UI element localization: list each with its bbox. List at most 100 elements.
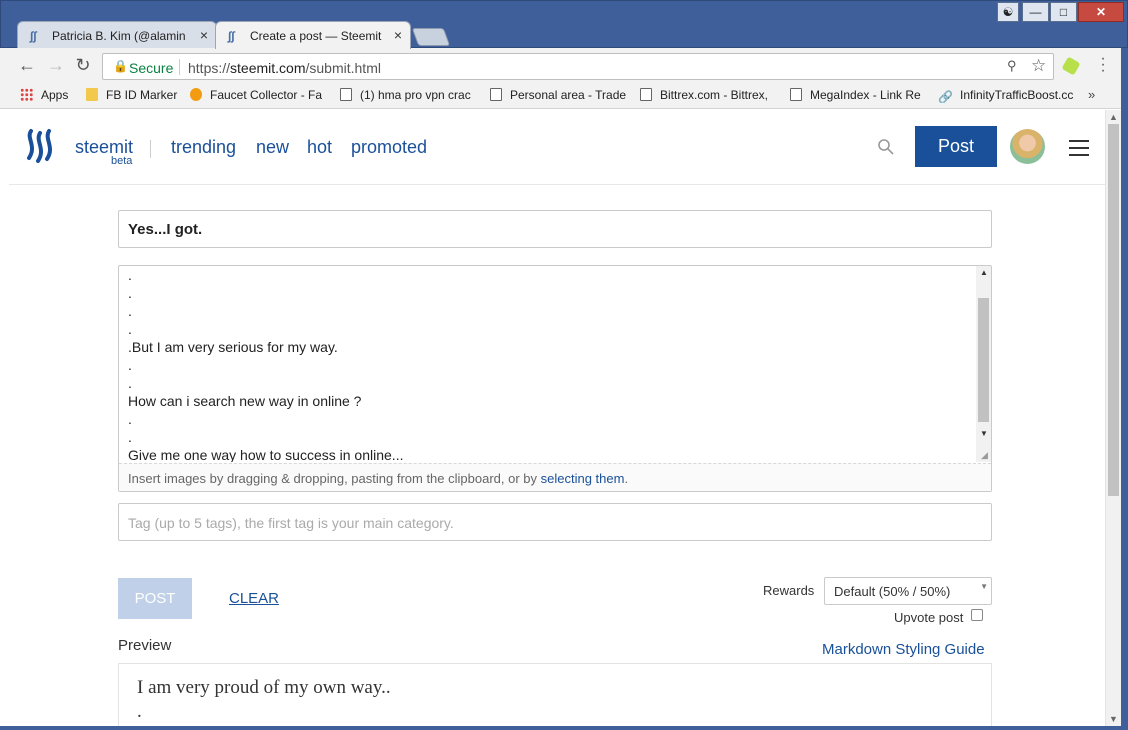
dropzone-text: Insert images by dragging & dropping, pa… bbox=[128, 471, 541, 486]
browser-menu-icon[interactable]: · · · bbox=[1096, 51, 1110, 79]
dropzone-suffix: . bbox=[624, 471, 629, 486]
page-scrollbar[interactable]: ▲ ▼ bbox=[1105, 110, 1121, 726]
reload-icon[interactable]: ↻ bbox=[72, 55, 94, 76]
back-arrow-icon[interactable]: ← bbox=[16, 55, 38, 76]
preview-line: I am very proud of my own way.. bbox=[137, 677, 391, 698]
rewards-label: Rewards bbox=[763, 583, 815, 598]
url-scheme: https:// bbox=[188, 60, 231, 76]
nav-new[interactable]: new bbox=[256, 137, 289, 158]
hamburger-menu-icon[interactable] bbox=[1069, 140, 1089, 156]
page-icon bbox=[490, 88, 502, 101]
bookmark-hma-vpn[interactable]: (1) hma pro vpn crac bbox=[340, 88, 478, 102]
bookmark-label: Faucet Collector - Fa bbox=[210, 88, 323, 102]
window-minimize-button[interactable]: — bbox=[1022, 2, 1049, 22]
new-tab-button[interactable] bbox=[411, 28, 451, 46]
folder-icon bbox=[86, 88, 98, 101]
bookmark-label: MegaIndex - Link Re bbox=[810, 88, 921, 102]
bookmarks-bar: Apps FB ID Marker Faucet Collector - Fa … bbox=[0, 84, 1128, 109]
steemit-favicon-icon: ∫∫ bbox=[30, 29, 37, 43]
window-titlebar: ☯ — □ ✕ ∫∫ Patricia B. Kim (@alamin × ∫∫… bbox=[0, 0, 1128, 49]
search-icon[interactable] bbox=[877, 138, 895, 156]
page-viewport: steemit beta trending new hot promoted P… bbox=[9, 110, 1105, 726]
nav-promoted[interactable]: promoted bbox=[351, 137, 427, 158]
markdown-styling-guide-link[interactable]: Markdown Styling Guide bbox=[822, 641, 985, 658]
key-icon[interactable]: ⚲ bbox=[1007, 58, 1017, 74]
rewards-select[interactable]: Default (50% / 50%) ▼ bbox=[824, 577, 992, 605]
bookmark-label: Apps bbox=[41, 88, 69, 102]
scroll-down-arrow-icon[interactable]: ▼ bbox=[1109, 714, 1118, 724]
nav-trending[interactable]: trending bbox=[171, 137, 236, 158]
bookmark-apps[interactable]: Apps bbox=[20, 88, 80, 102]
bookmark-star-icon[interactable]: ☆ bbox=[1031, 56, 1046, 76]
tags-input[interactable]: Tag (up to 5 tags), the first tag is you… bbox=[118, 503, 992, 541]
forward-arrow-icon[interactable]: → bbox=[45, 55, 67, 76]
upvote-post-label: Upvote post bbox=[894, 610, 964, 625]
avatar[interactable] bbox=[1010, 129, 1045, 164]
post-body-textarea[interactable]: . . . . .But I am very serious for my wa… bbox=[128, 266, 968, 462]
page-scroll-thumb[interactable] bbox=[1108, 124, 1119, 496]
browser-tab-create-post[interactable]: ∫∫ Create a post — Steemit × bbox=[215, 21, 411, 49]
preview-content: I am very proud of my own way.. . bbox=[137, 676, 391, 724]
nav-hot[interactable]: hot bbox=[307, 137, 332, 158]
image-dropzone-hint: Insert images by dragging & dropping, pa… bbox=[119, 463, 991, 491]
body-line: . bbox=[128, 321, 132, 337]
scroll-up-arrow-icon[interactable]: ▲ bbox=[980, 268, 988, 277]
bookmark-label: InfinityTrafficBoost.cc bbox=[960, 88, 1074, 102]
window-close-button[interactable]: ✕ bbox=[1078, 2, 1124, 22]
post-body-editor[interactable]: . . . . .But I am very serious for my wa… bbox=[118, 265, 992, 492]
bitcoin-icon bbox=[190, 88, 202, 101]
bookmark-infinity-traffic[interactable]: 🔗 InfinityTrafficBoost.cc bbox=[938, 88, 1078, 103]
browser-tab-profile[interactable]: ∫∫ Patricia B. Kim (@alamin × bbox=[17, 21, 217, 49]
bookmark-label: FB ID Marker bbox=[106, 88, 178, 102]
window-border-bottom bbox=[0, 726, 1128, 730]
preview-label: Preview bbox=[118, 637, 172, 654]
dropdown-caret-icon: ▼ bbox=[980, 582, 988, 591]
body-scrollbar[interactable]: ▲ ▼ bbox=[976, 266, 991, 462]
url-text[interactable]: https://steemit.com/submit.html bbox=[188, 60, 381, 76]
page-icon bbox=[640, 88, 652, 101]
body-line: . bbox=[128, 357, 132, 373]
body-line: How can i search new way in online ? bbox=[128, 393, 362, 409]
tab-label: Create a post — Steemit bbox=[250, 29, 382, 43]
clear-button[interactable]: CLEAR bbox=[229, 590, 279, 607]
body-line: . bbox=[128, 267, 132, 283]
window-maximize-button[interactable]: □ bbox=[1050, 2, 1077, 22]
body-line: . bbox=[128, 303, 132, 319]
address-bar[interactable]: 🔒 Secure https://steemit.com/submit.html… bbox=[102, 53, 1054, 80]
extension-icon[interactable] bbox=[1061, 56, 1081, 76]
address-divider bbox=[179, 59, 180, 75]
url-host: steemit.com bbox=[230, 60, 306, 76]
bookmarks-overflow-icon[interactable]: » bbox=[1088, 87, 1095, 102]
bookmark-bittrex[interactable]: Bittrex.com - Bittrex, bbox=[640, 88, 772, 102]
body-line: .But I am very serious for my way. bbox=[128, 339, 338, 355]
body-line: . bbox=[128, 285, 132, 301]
resize-handle-icon[interactable]: ◢ bbox=[981, 450, 988, 461]
select-images-link[interactable]: selecting them bbox=[541, 471, 625, 486]
tab-label: Patricia B. Kim (@alamin bbox=[52, 29, 186, 43]
header-post-button[interactable]: Post bbox=[915, 126, 997, 167]
preview-line: . bbox=[137, 701, 142, 722]
upvote-post-checkbox[interactable] bbox=[971, 609, 983, 621]
link-icon: 🔗 bbox=[938, 90, 953, 103]
browser-toolbar: ← → ↻ 🔒 Secure https://steemit.com/submi… bbox=[0, 48, 1128, 84]
submit-post-button[interactable]: POST bbox=[118, 578, 192, 619]
site-header: steemit beta trending new hot promoted P… bbox=[9, 110, 1105, 185]
body-line: . bbox=[128, 411, 132, 427]
secure-label: Secure bbox=[129, 60, 174, 76]
body-scroll-thumb[interactable] bbox=[978, 298, 989, 422]
bookmark-faucet-collector[interactable]: Faucet Collector - Fa bbox=[190, 88, 327, 102]
scroll-down-arrow-icon[interactable]: ▼ bbox=[980, 429, 988, 438]
tab-close-icon[interactable]: × bbox=[394, 27, 402, 43]
bookmark-fb-id-marker[interactable]: FB ID Marker bbox=[86, 88, 181, 102]
body-line: . bbox=[128, 375, 132, 391]
window-user-icon[interactable]: ☯ bbox=[997, 2, 1019, 22]
tab-close-icon[interactable]: × bbox=[200, 27, 208, 43]
window-border-right bbox=[1121, 48, 1128, 730]
bookmark-label: Personal area - Trade bbox=[510, 88, 626, 102]
steemit-logo-icon[interactable] bbox=[25, 128, 59, 164]
bookmark-personal-area[interactable]: Personal area - Trade bbox=[490, 88, 626, 102]
post-title-input[interactable]: Yes...I got. bbox=[118, 210, 992, 248]
preview-panel: I am very proud of my own way.. . bbox=[118, 663, 992, 726]
scroll-up-arrow-icon[interactable]: ▲ bbox=[1109, 112, 1118, 122]
bookmark-megaindex[interactable]: MegaIndex - Link Re bbox=[790, 88, 924, 102]
